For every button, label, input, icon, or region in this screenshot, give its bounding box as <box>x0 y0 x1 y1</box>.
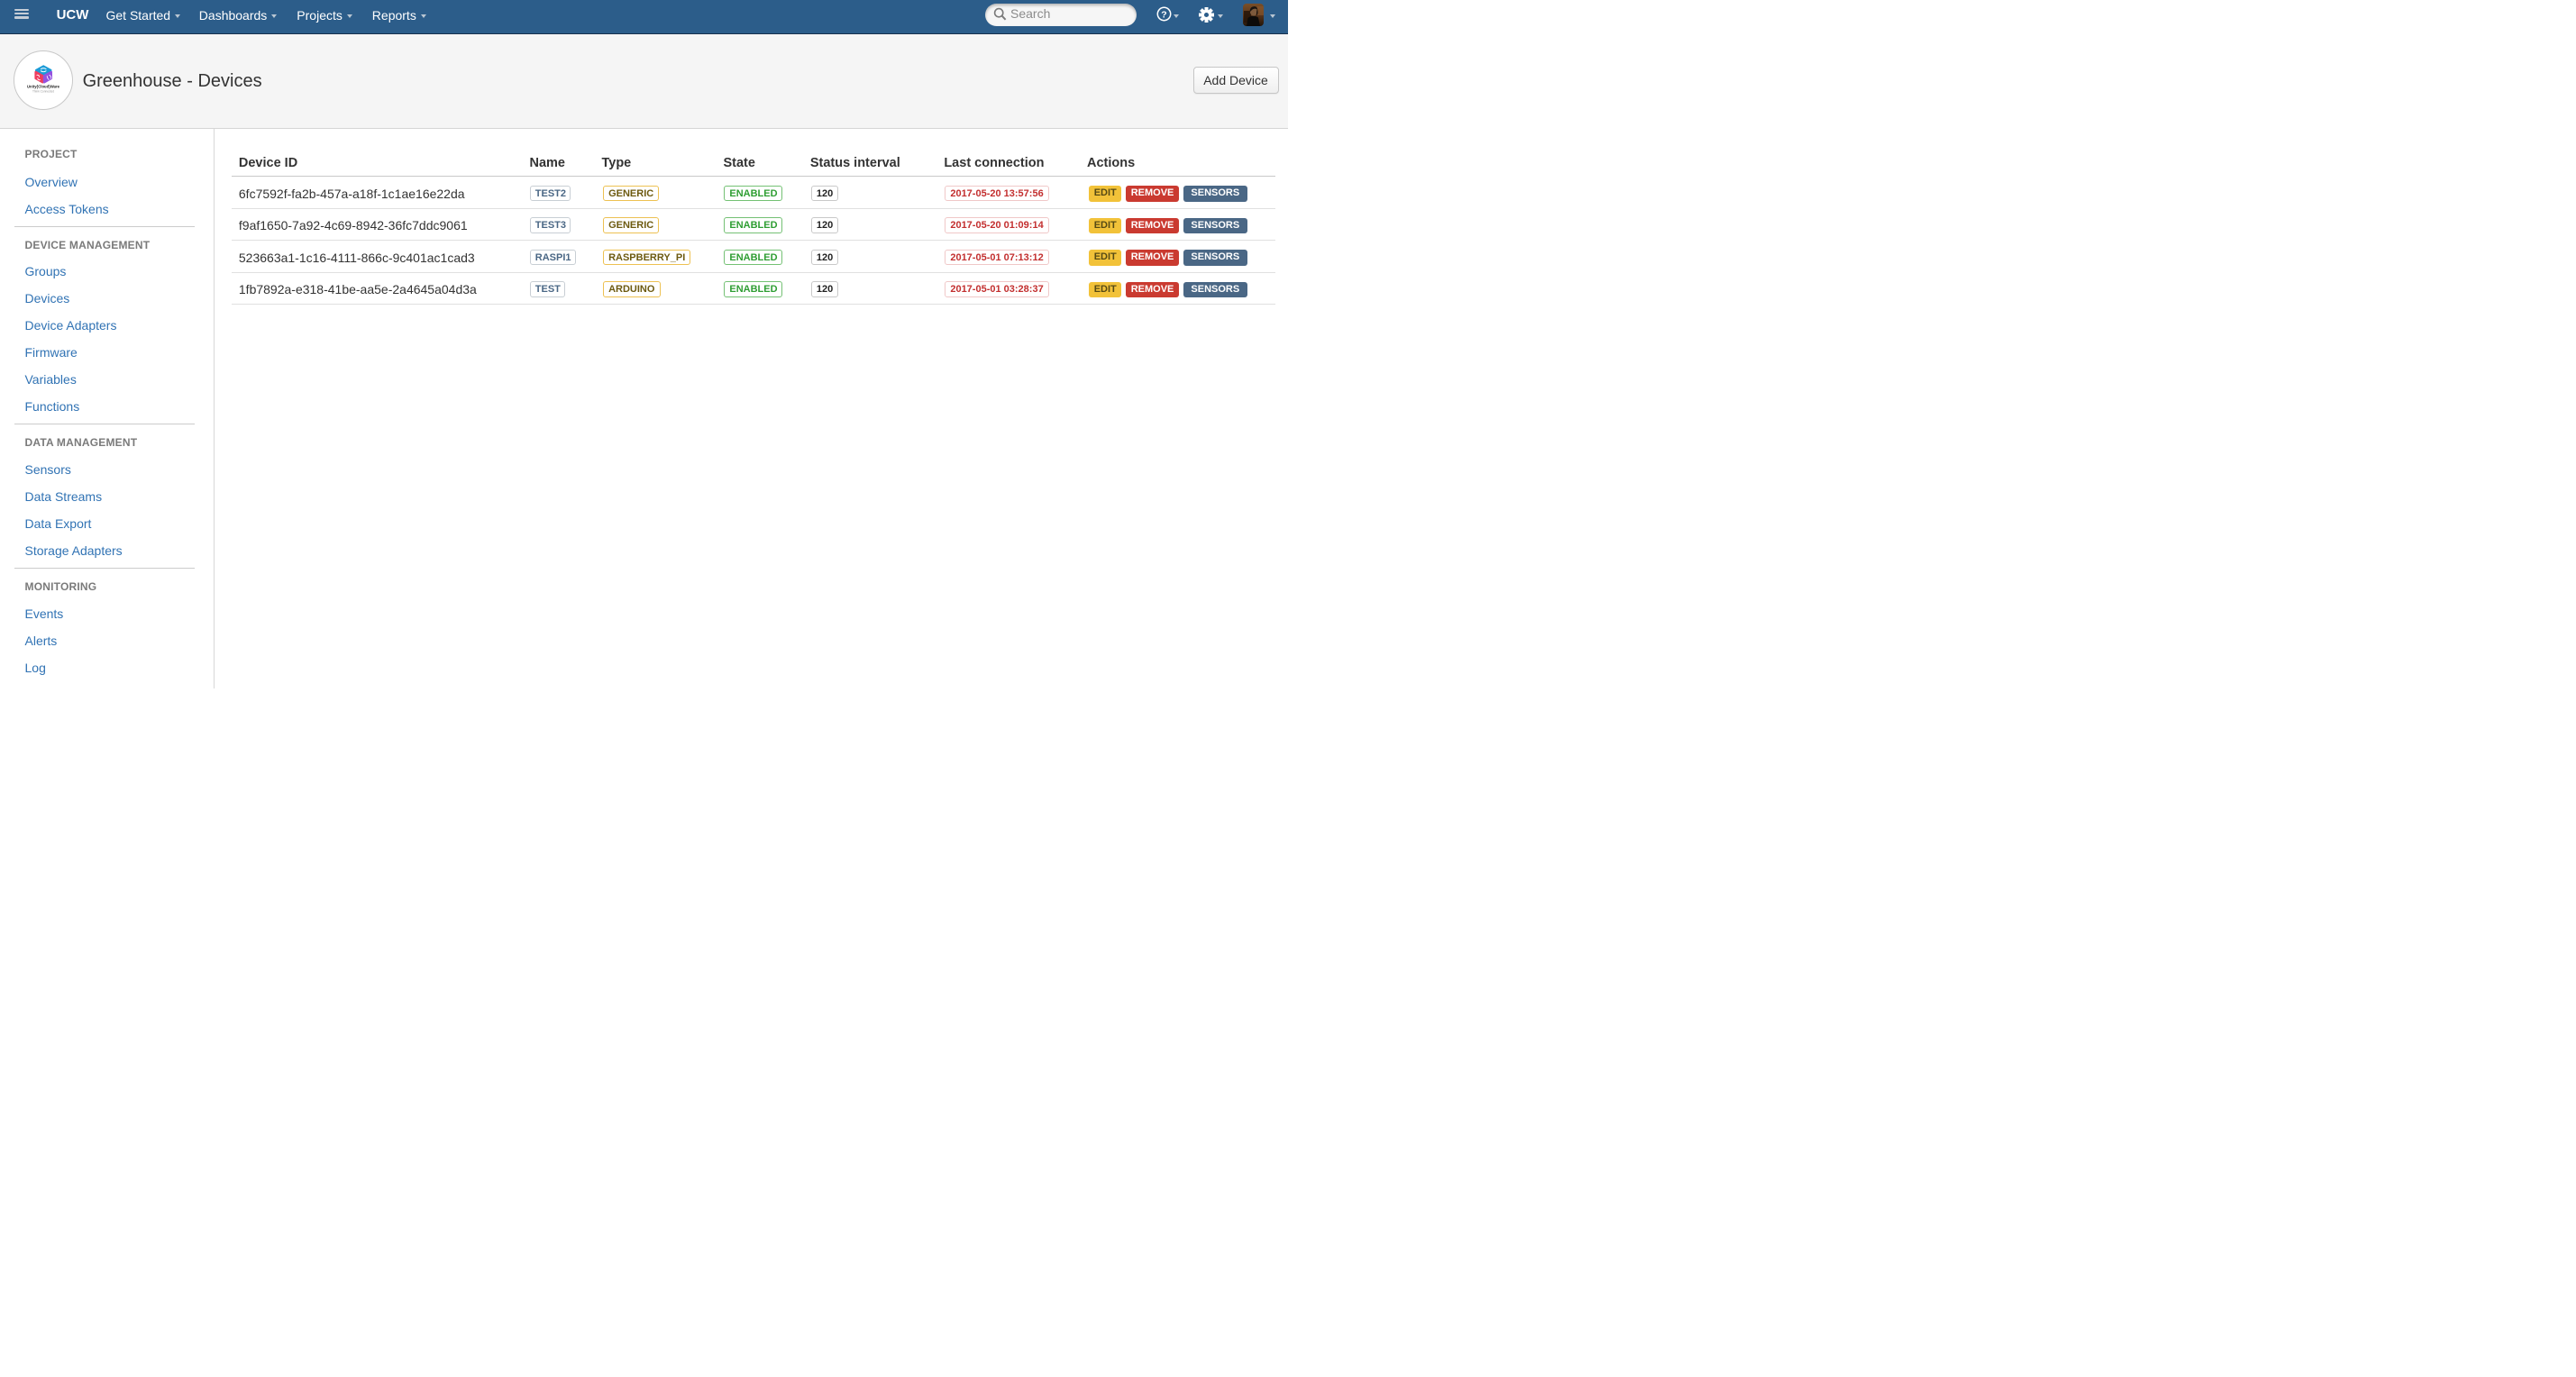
svg-text:?: ? <box>1161 10 1166 21</box>
svg-text:Think Connected: Think Connected <box>32 90 54 94</box>
svg-text:Unity{Cloud}Ware: Unity{Cloud}Ware <box>27 85 60 89</box>
